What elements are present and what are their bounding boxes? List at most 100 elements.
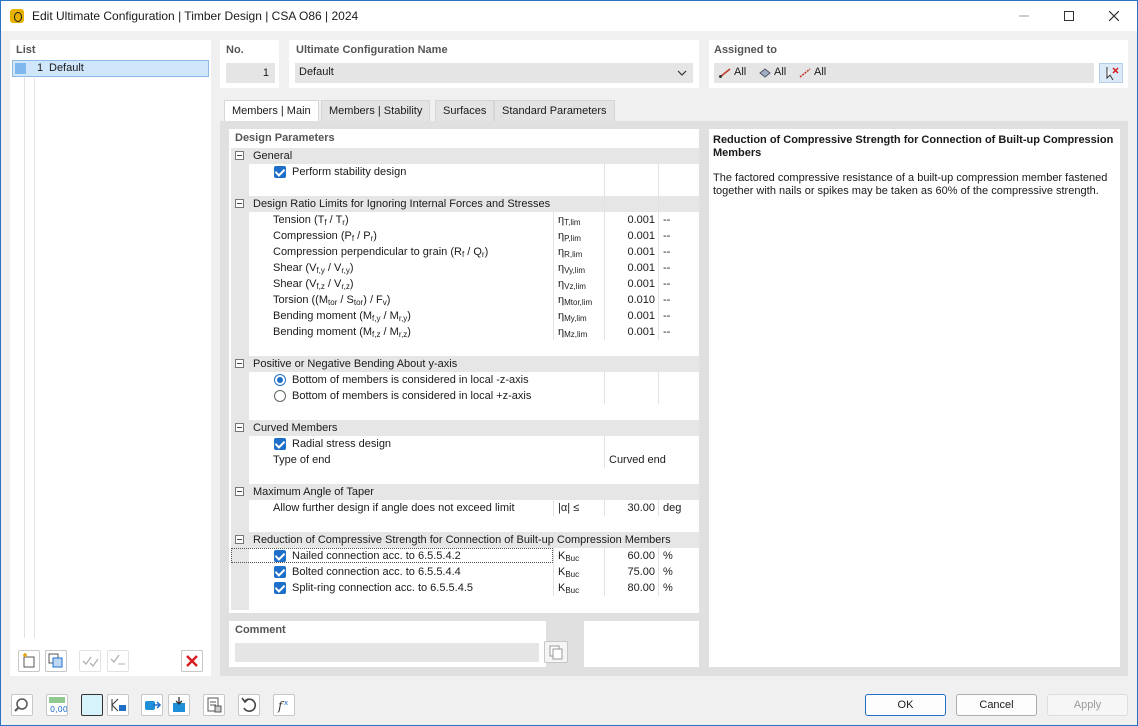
tension-symbol: ηT,lim [558, 214, 581, 227]
bending-y-value[interactable]: 0.001 [605, 308, 655, 324]
shear-y-value[interactable]: 0.001 [605, 260, 655, 276]
split-ring-value[interactable]: 80.00 [605, 580, 655, 596]
svg-text:x: x [284, 699, 288, 707]
table-button[interactable] [203, 694, 225, 716]
split-ring-label: Split-ring connection acc. to 6.5.5.4.5 [292, 582, 473, 594]
check-all-button[interactable] [79, 650, 101, 672]
search-button[interactable] [11, 694, 33, 716]
radial-stress-label: Radial stress design [292, 438, 392, 450]
tension-value[interactable]: 0.001 [605, 212, 655, 228]
grid-col [553, 212, 554, 340]
collapse-icon[interactable] [235, 535, 244, 544]
collapse-icon[interactable] [235, 359, 244, 368]
bending-z-symbol: ηMz,lim [558, 326, 588, 339]
bolted-label: Bolted connection acc. to 6.5.5.4.4 [292, 566, 461, 578]
tab-surfaces[interactable]: Surfaces [435, 100, 495, 121]
tension-unit: -- [663, 214, 671, 226]
nailed-value[interactable]: 60.00 [605, 548, 655, 564]
list-gridline [24, 78, 25, 638]
comment-library-button[interactable] [544, 641, 568, 663]
collapse-icon[interactable] [235, 487, 244, 496]
tab-standard-parameters[interactable]: Standard Parameters [494, 100, 615, 121]
maximize-button[interactable] [1046, 1, 1092, 31]
info-panel: Reduction of Compressive Strength for Co… [709, 129, 1120, 667]
decimal-places-icon: 0,00 [49, 697, 68, 714]
config-name-panel: Ultimate Configuration Name Default [289, 40, 699, 88]
bolted-checkbox[interactable] [274, 566, 286, 578]
apply-button[interactable]: Apply [1047, 694, 1128, 716]
grid-col [658, 372, 659, 404]
group-curved-members[interactable]: Curved Members [231, 420, 699, 436]
display-button[interactable] [107, 694, 129, 716]
taper-label: Allow further design if angle does not e… [273, 502, 515, 514]
shear-z-value[interactable]: 0.001 [605, 276, 655, 292]
reset-button[interactable] [238, 694, 260, 716]
tab-members-stability[interactable]: Members | Stability [321, 100, 431, 121]
comment-label: Comment [235, 624, 286, 636]
export-button[interactable] [141, 694, 163, 716]
radial-stress-checkbox[interactable] [274, 438, 286, 450]
group-title: Design Ratio Limits for Ignoring Interna… [253, 198, 551, 210]
torsion-label: Torsion ((Mtor / Stor) / Fv) [273, 294, 391, 307]
group-title: Positive or Negative Bending About y-axi… [253, 358, 458, 370]
taper-unit: deg [663, 502, 682, 514]
uncheck-button[interactable] [107, 650, 129, 672]
type-of-end-value[interactable]: Curved end [609, 452, 666, 468]
color-swatch-icon [15, 63, 26, 74]
bolted-value[interactable]: 75.00 [605, 564, 655, 580]
import-button[interactable] [168, 694, 190, 716]
collapse-icon[interactable] [235, 199, 244, 208]
group-general[interactable]: General [231, 148, 699, 164]
collapse-icon[interactable] [235, 151, 244, 160]
shear-y-unit: -- [663, 262, 671, 274]
grid-col [604, 500, 605, 516]
list-item-no: 1 [37, 62, 44, 74]
bolted-symbol: KBuc [558, 566, 580, 579]
group-design-ratio[interactable]: Design Ratio Limits for Ignoring Interna… [231, 196, 699, 212]
group-taper[interactable]: Maximum Angle of Taper [231, 484, 699, 500]
split-ring-checkbox[interactable] [274, 582, 286, 594]
close-button[interactable] [1091, 1, 1137, 31]
split-ring-unit: % [663, 582, 673, 594]
group-title: Reduction of Compressive Strength for Co… [253, 534, 671, 546]
perform-stability-checkbox[interactable] [274, 166, 286, 178]
group-reduction[interactable]: Reduction of Compressive Strength for Co… [231, 532, 699, 548]
grid-col [658, 164, 659, 340]
copy-icon [549, 645, 563, 660]
delete-button[interactable] [181, 650, 203, 672]
formula-button[interactable]: fx [273, 694, 295, 716]
comment-input[interactable] [235, 643, 539, 662]
new-item-button[interactable] [18, 650, 40, 672]
cancel-button[interactable]: Cancel [956, 694, 1037, 716]
uncheck-icon [110, 654, 125, 665]
tab-members-main[interactable]: Members | Main [224, 100, 319, 122]
bottom-minus-z-radio[interactable] [274, 374, 286, 386]
bending-z-value[interactable]: 0.001 [605, 324, 655, 340]
tension-label: Tension (Tf / Tr) [273, 214, 349, 227]
assigned-field[interactable]: All All All [714, 63, 1094, 83]
group-title: Maximum Angle of Taper [253, 486, 374, 498]
compression-perp-value[interactable]: 0.001 [605, 244, 655, 260]
units-button[interactable]: 0,00 [46, 694, 68, 716]
bottom-plus-z-radio[interactable] [274, 390, 286, 402]
group-bending[interactable]: Positive or Negative Bending About y-axi… [231, 356, 699, 372]
bottom-minus-z-label: Bottom of members is considered in local… [292, 374, 529, 386]
copy-item-button[interactable] [45, 650, 67, 672]
assigned-label: Assigned to [714, 44, 777, 56]
split-ring-symbol: KBuc [558, 582, 580, 595]
torsion-value[interactable]: 0.010 [605, 292, 655, 308]
maximize-icon [1064, 11, 1074, 21]
collapse-icon[interactable] [235, 423, 244, 432]
compression-value[interactable]: 0.001 [605, 228, 655, 244]
taper-value[interactable]: 30.00 [605, 500, 655, 516]
list-item[interactable]: 1 Default [12, 60, 209, 77]
config-name-select[interactable]: Default [295, 63, 693, 83]
ok-button[interactable]: OK [865, 694, 946, 716]
color-button[interactable] [81, 694, 103, 716]
nailed-checkbox[interactable] [274, 550, 286, 562]
minimize-button[interactable] [1001, 1, 1047, 31]
design-parameters-header: Design Parameters [235, 132, 335, 144]
no-label: No. [226, 44, 244, 56]
grid-col [658, 548, 659, 596]
select-objects-button[interactable] [1099, 63, 1123, 83]
